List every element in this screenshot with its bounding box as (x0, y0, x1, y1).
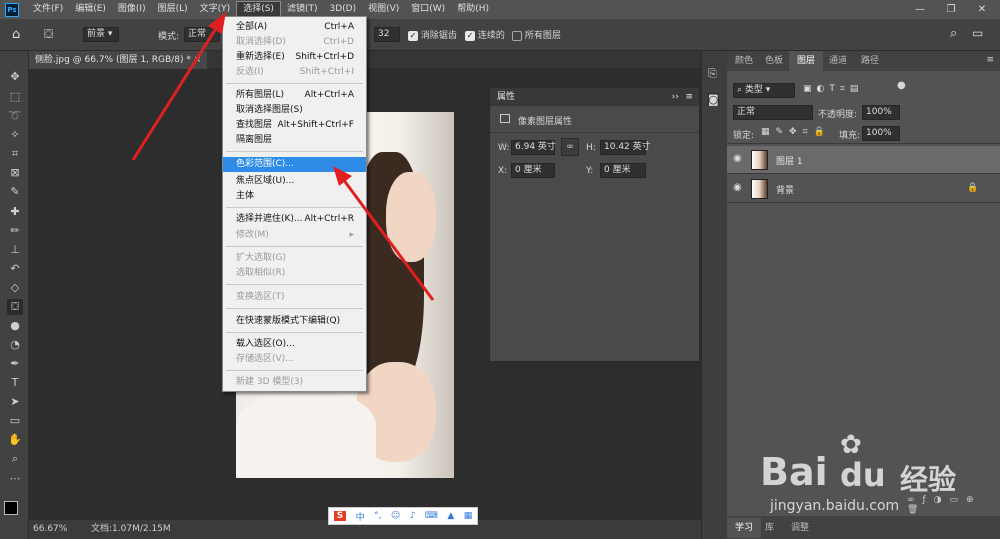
arrowhead-icon (208, 12, 226, 34)
arrowhead-icon (333, 166, 352, 186)
annotation-arrow-to-color-range (338, 174, 435, 301)
annotation-arrows (131, 12, 435, 301)
annotation-arrow-to-select-menu (131, 21, 222, 161)
